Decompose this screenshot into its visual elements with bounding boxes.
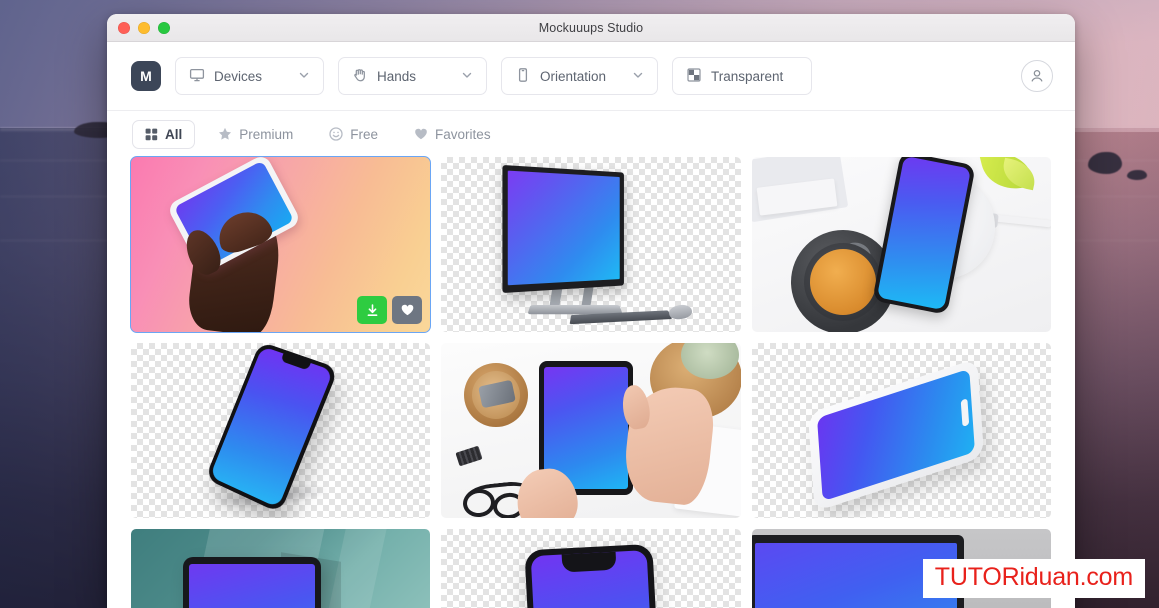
main-toolbar: M Devices Hands Orientation Transparent: [107, 42, 1075, 111]
mockup-thumbnail: [441, 157, 740, 332]
chevron-down-icon: [632, 69, 644, 84]
tab-premium[interactable]: Premium: [205, 120, 306, 149]
tab-free[interactable]: Free: [316, 120, 391, 149]
chevron-down-icon: [298, 69, 310, 84]
mockup-card-tablet-teal-wall[interactable]: [131, 529, 431, 608]
hand-icon: [352, 67, 368, 86]
smiley-icon: [329, 127, 343, 141]
category-tabs: All Premium Free Favorites: [107, 111, 1075, 157]
mockup-card-isometric-phone[interactable]: [751, 343, 1051, 518]
devices-filter-dropdown[interactable]: Devices: [175, 57, 324, 95]
devices-filter-label: Devices: [214, 68, 263, 84]
mockup-card-phone-closeup[interactable]: [441, 529, 741, 608]
watermark-text: TUTORiduan.com: [934, 563, 1133, 591]
tab-all[interactable]: All: [132, 119, 196, 149]
mockup-thumbnail: [752, 343, 1051, 518]
mockup-card-tilted-phone[interactable]: [131, 343, 431, 518]
window-titlebar[interactable]: Mockuuups Studio: [107, 14, 1075, 42]
rock: [1127, 170, 1147, 180]
window-controls[interactable]: [107, 21, 170, 34]
card-hover-actions: [357, 296, 423, 324]
tab-premium-label: Premium: [239, 126, 294, 142]
mockup-gallery-grid: [107, 156, 1075, 608]
mockup-thumbnail: [441, 343, 741, 518]
phone-icon: [515, 67, 531, 86]
app-logo-icon[interactable]: M: [131, 61, 161, 91]
mockup-card-hand-holding-phone[interactable]: [129, 156, 432, 333]
tab-all-label: All: [165, 126, 183, 142]
window-title: Mockuuups Studio: [538, 20, 644, 35]
tab-favorites[interactable]: Favorites: [401, 120, 504, 149]
maximize-button[interactable]: [158, 21, 170, 34]
close-button[interactable]: [118, 21, 130, 34]
checkerboard-icon: [686, 67, 702, 86]
mockup-thumbnail: [441, 529, 740, 608]
app-window: Mockuuups Studio M Devices Hands Orienta…: [107, 14, 1075, 608]
minimize-button[interactable]: [138, 21, 150, 34]
mockup-thumbnail: [751, 157, 1051, 332]
desktop-background: Mockuuups Studio M Devices Hands Orienta…: [0, 0, 1159, 608]
user-avatar-icon[interactable]: [1021, 60, 1053, 92]
watermark: TUTORiduan.com: [922, 559, 1145, 598]
mockup-card-tablet-flatlay-hands[interactable]: [441, 343, 741, 518]
app-logo-letter: M: [140, 68, 152, 84]
download-icon[interactable]: [357, 296, 388, 324]
star-icon: [218, 127, 232, 141]
grid-icon: [145, 128, 158, 141]
chevron-down-icon: [461, 69, 473, 84]
orientation-filter-label: Orientation: [540, 68, 607, 84]
hands-filter-dropdown[interactable]: Hands: [338, 57, 487, 95]
transparent-filter-label: Transparent: [711, 68, 784, 84]
heart-icon: [414, 127, 428, 141]
rock: [1088, 152, 1122, 174]
mockup-card-phone-wireless-charger-coffee[interactable]: [751, 157, 1051, 332]
mockup-card-desktop-monitor[interactable]: [441, 157, 741, 332]
orientation-filter-dropdown[interactable]: Orientation: [501, 57, 658, 95]
tab-free-label: Free: [350, 126, 379, 142]
transparent-filter-button[interactable]: Transparent: [672, 57, 812, 95]
monitor-icon: [189, 67, 205, 86]
mockup-thumbnail: [131, 529, 431, 608]
hands-filter-label: Hands: [377, 68, 417, 84]
mockup-thumbnail: [131, 343, 430, 518]
favorite-heart-icon[interactable]: [392, 296, 423, 324]
tab-favorites-label: Favorites: [435, 126, 491, 142]
